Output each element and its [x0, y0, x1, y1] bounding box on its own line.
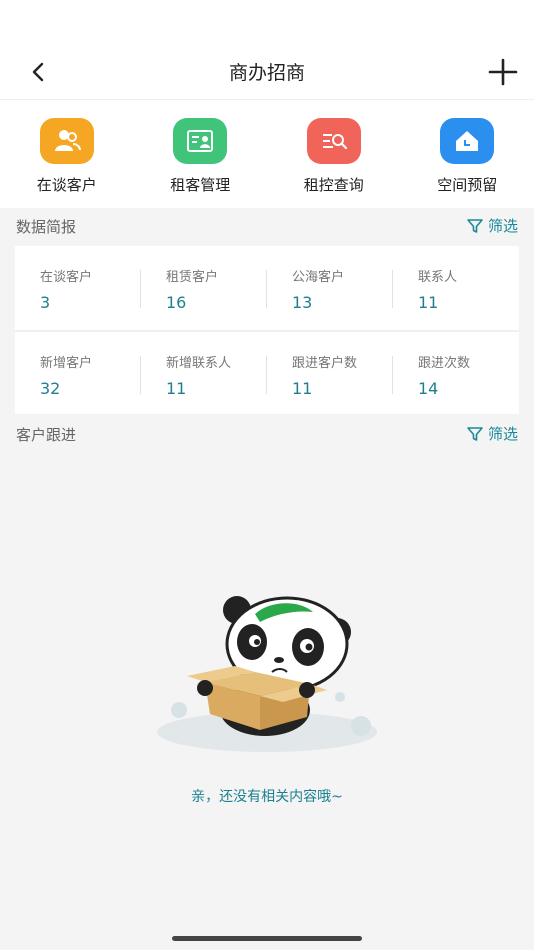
stat-label: 租赁客户 — [166, 270, 219, 285]
filter-icon — [467, 426, 483, 441]
stat-value: 3 — [40, 293, 51, 312]
quick-action-space-reservation[interactable]: 空间预留 — [401, 100, 534, 208]
stat-value: 14 — [418, 379, 439, 398]
stat-negotiating-clients[interactable]: 在谈客户 3 — [15, 246, 141, 330]
filter-icon — [467, 218, 483, 233]
filter-label: 筛选 — [487, 425, 518, 443]
list-search-icon — [306, 118, 361, 164]
stat-label: 新增联系人 — [166, 356, 232, 371]
quick-action-label: 租控查询 — [303, 176, 364, 194]
section-title: 客户跟进 — [16, 426, 77, 444]
stat-new-contacts[interactable]: 新增联系人 11 — [141, 332, 267, 416]
people-icon — [39, 118, 94, 164]
stat-value: 13 — [292, 293, 313, 312]
section-title: 数据简报 — [16, 218, 77, 236]
quick-action-negotiating-clients[interactable]: 在谈客户 — [0, 100, 134, 208]
stat-label: 跟进客户数 — [292, 356, 358, 371]
filter-label: 筛选 — [487, 217, 518, 235]
filter-button[interactable]: 筛选 — [466, 423, 518, 444]
stat-value: 16 — [166, 293, 187, 312]
stat-contacts[interactable]: 联系人 11 — [393, 246, 519, 330]
tenant-card-icon — [173, 118, 228, 164]
panda-box-illustration — [157, 596, 377, 752]
page-title: 商办招商 — [228, 62, 305, 84]
quick-action-label: 在谈客户 — [36, 176, 97, 194]
data-report-header: 数据简报 筛选 — [0, 206, 534, 246]
followup-header: 客户跟进 筛选 — [0, 414, 534, 454]
home-indicator[interactable] — [172, 936, 362, 941]
stat-label: 在谈客户 — [40, 270, 93, 285]
stat-new-clients[interactable]: 新增客户 32 — [15, 332, 141, 416]
quick-action-tenant-management[interactable]: 租客管理 — [134, 100, 268, 208]
quick-action-label: 空间预留 — [437, 176, 498, 194]
empty-state-message: 亲，还没有相关内容哦~ — [191, 789, 343, 805]
stat-value: 32 — [40, 379, 61, 398]
stat-value: 11 — [292, 379, 313, 398]
stats-row: 在谈客户 3 租赁客户 16 公海客户 13 联系人 11 — [15, 246, 519, 330]
stat-value: 11 — [166, 379, 187, 398]
add-icon[interactable] — [486, 56, 520, 88]
quick-action-rental-control-query[interactable]: 租控查询 — [267, 100, 401, 208]
home-clock-icon — [440, 118, 495, 164]
stat-label: 新增客户 — [40, 356, 93, 371]
quick-action-label: 租客管理 — [170, 176, 231, 194]
stats-row: 新增客户 32 新增联系人 11 跟进客户数 11 跟进次数 14 — [15, 332, 519, 416]
filter-button[interactable]: 筛选 — [466, 215, 518, 236]
stat-value: 11 — [418, 293, 439, 312]
stat-label: 跟进次数 — [418, 356, 471, 371]
navigation-bar: 商办招商 — [0, 0, 534, 100]
stats-card: 在谈客户 3 租赁客户 16 公海客户 13 联系人 11 新增客户 32 新增… — [15, 246, 519, 414]
stat-label: 联系人 — [418, 270, 458, 285]
stat-label: 公海客户 — [292, 270, 345, 285]
stat-followup-count[interactable]: 跟进次数 14 — [393, 332, 519, 416]
stat-leasing-clients[interactable]: 租赁客户 16 — [141, 246, 267, 330]
stat-public-clients[interactable]: 公海客户 13 — [267, 246, 393, 330]
stat-followed-clients[interactable]: 跟进客户数 11 — [267, 332, 393, 416]
quick-actions: 在谈客户 租客管理 租控查询 空间预留 — [0, 100, 534, 208]
